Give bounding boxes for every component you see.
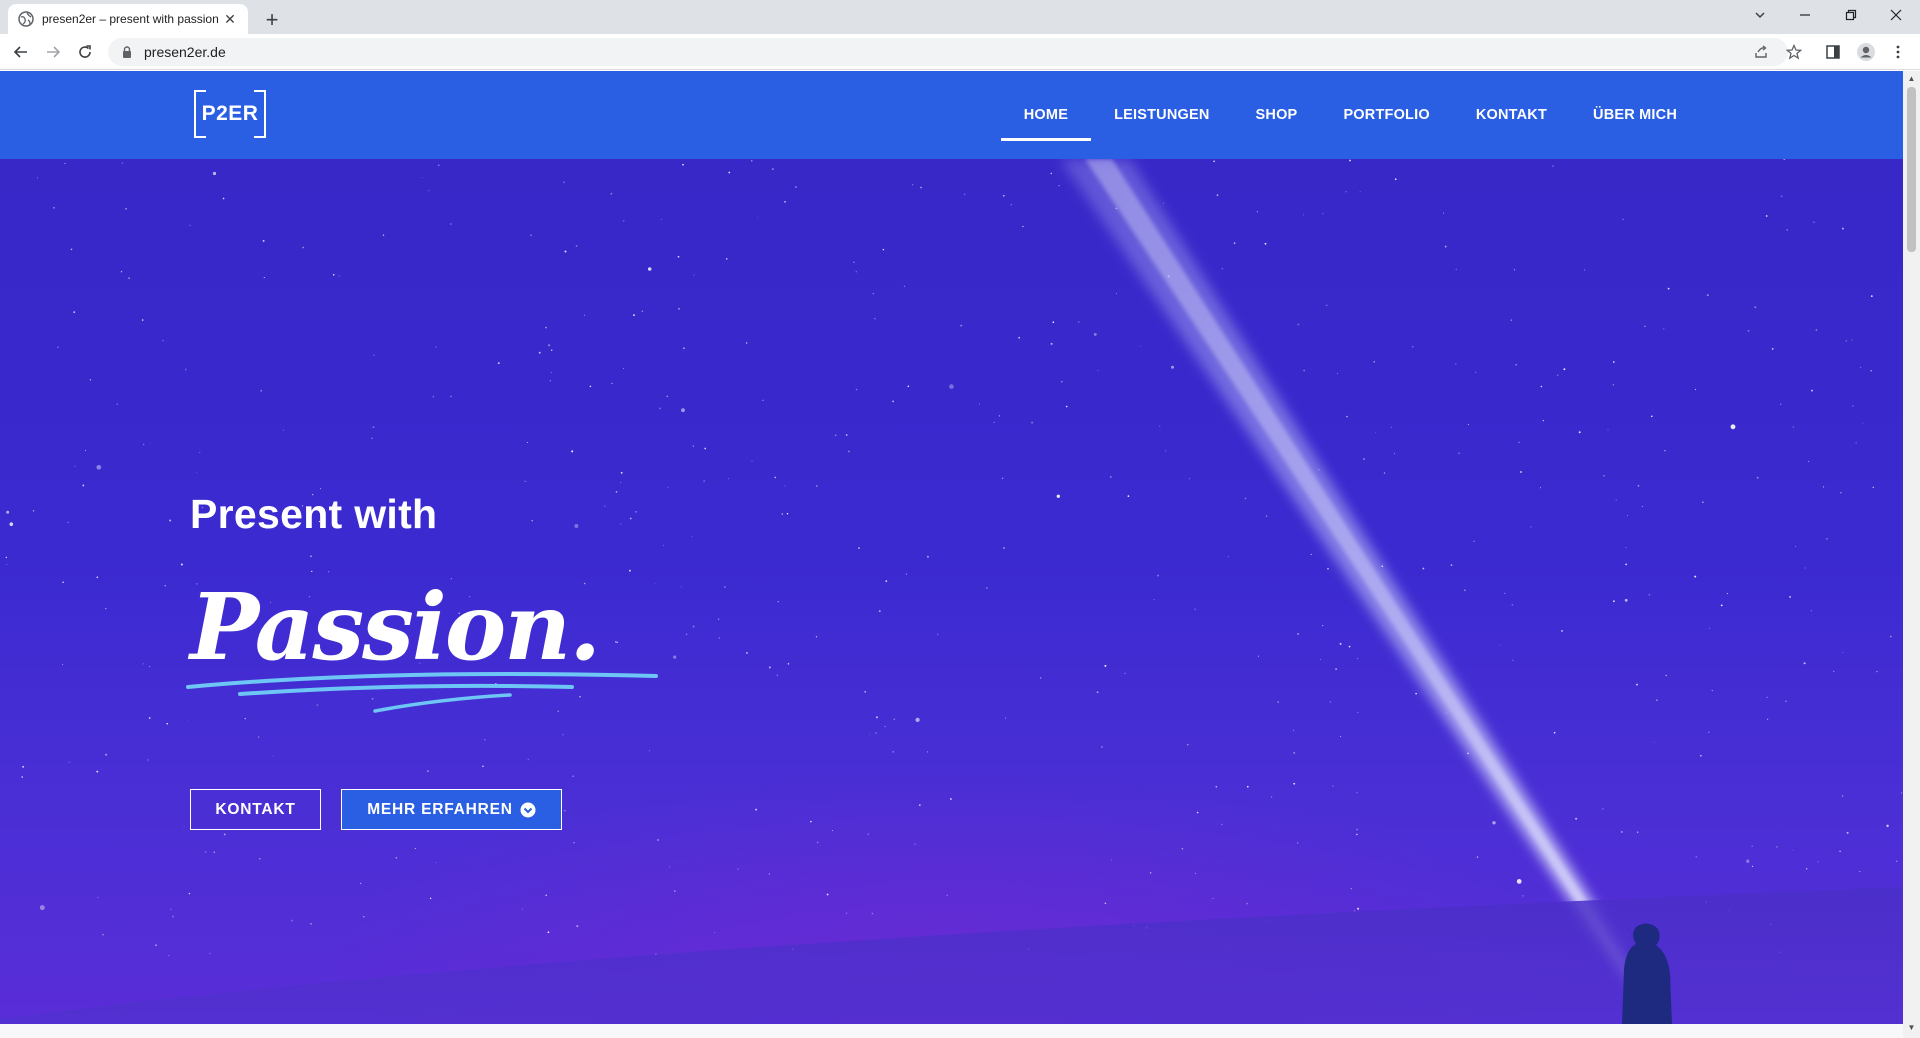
address-bar[interactable]: presen2er.de (108, 38, 1788, 66)
forward-icon[interactable] (39, 38, 67, 66)
logo-text: P2ER (201, 102, 259, 125)
passion-script-heading: Passion. (186, 573, 658, 713)
browser-toolbar: presen2er.de (0, 34, 1920, 70)
scroll-thumb[interactable] (1907, 87, 1916, 252)
tab-search-icon[interactable] (1738, 0, 1782, 30)
profile-avatar-icon[interactable] (1852, 38, 1880, 66)
passion-word: Passion. (187, 573, 599, 681)
learn-more-button[interactable]: MEHR ERFAHREN (341, 789, 562, 830)
lock-icon (123, 46, 131, 58)
minimize-icon[interactable] (1783, 0, 1827, 30)
hero-button-row: KONTAKT MEHR ERFAHREN (190, 789, 562, 830)
site-logo[interactable]: P2ER (194, 90, 266, 138)
page-bottom-edge (0, 1024, 1903, 1038)
contact-button-label: KONTAKT (215, 800, 296, 818)
scroll-up-icon[interactable]: ▲ (1907, 74, 1916, 83)
nav-item-ueber-mich[interactable]: ÜBER MICH (1570, 71, 1700, 159)
nav-item-leistungen[interactable]: LEISTUNGEN (1091, 71, 1232, 159)
share-icon[interactable] (1747, 38, 1775, 66)
browser-tab-bar: presen2er – present with passion ✕ + (0, 0, 1920, 34)
bookmark-star-icon[interactable] (1780, 38, 1808, 66)
page-scrollbar[interactable]: ▲ ▼ (1903, 71, 1920, 1038)
nav-item-kontakt[interactable]: KONTAKT (1453, 71, 1570, 159)
main-nav: HOME LEISTUNGEN SHOP PORTFOLIO KONTAKT Ü… (1000, 71, 1700, 159)
nav-item-portfolio[interactable]: PORTFOLIO (1320, 71, 1452, 159)
page-viewport: P2ER HOME LEISTUNGEN SHOP PORTFOLIO KONT… (0, 71, 1903, 1024)
reload-icon[interactable] (71, 38, 99, 66)
nav-item-shop[interactable]: SHOP (1233, 71, 1321, 159)
close-window-icon[interactable] (1874, 0, 1918, 30)
url-text: presen2er.de (144, 44, 226, 60)
new-tab-button[interactable]: + (258, 6, 286, 34)
back-icon[interactable] (7, 38, 35, 66)
hero-section: Present with Passion. KONTAKT MEHR ERFAH… (0, 159, 1903, 1024)
learn-more-button-label: MEHR ERFAHREN (367, 800, 513, 818)
restore-icon[interactable] (1829, 0, 1873, 30)
side-panel-icon[interactable] (1819, 38, 1847, 66)
menu-kebab-icon[interactable] (1884, 38, 1912, 66)
site-header: P2ER HOME LEISTUNGEN SHOP PORTFOLIO KONT… (0, 71, 1903, 159)
contact-button[interactable]: KONTAKT (190, 789, 321, 830)
nav-item-home[interactable]: HOME (1000, 71, 1092, 159)
scroll-down-icon[interactable]: ▼ (1907, 1023, 1916, 1032)
tab-title: presen2er – present with passion (42, 12, 219, 26)
browser-tab[interactable]: presen2er – present with passion ✕ (8, 4, 248, 34)
globe-icon (18, 11, 34, 27)
hero-title: Present with (190, 491, 438, 537)
close-tab-icon[interactable]: ✕ (222, 11, 238, 27)
chevron-down-circle-icon (520, 802, 536, 817)
